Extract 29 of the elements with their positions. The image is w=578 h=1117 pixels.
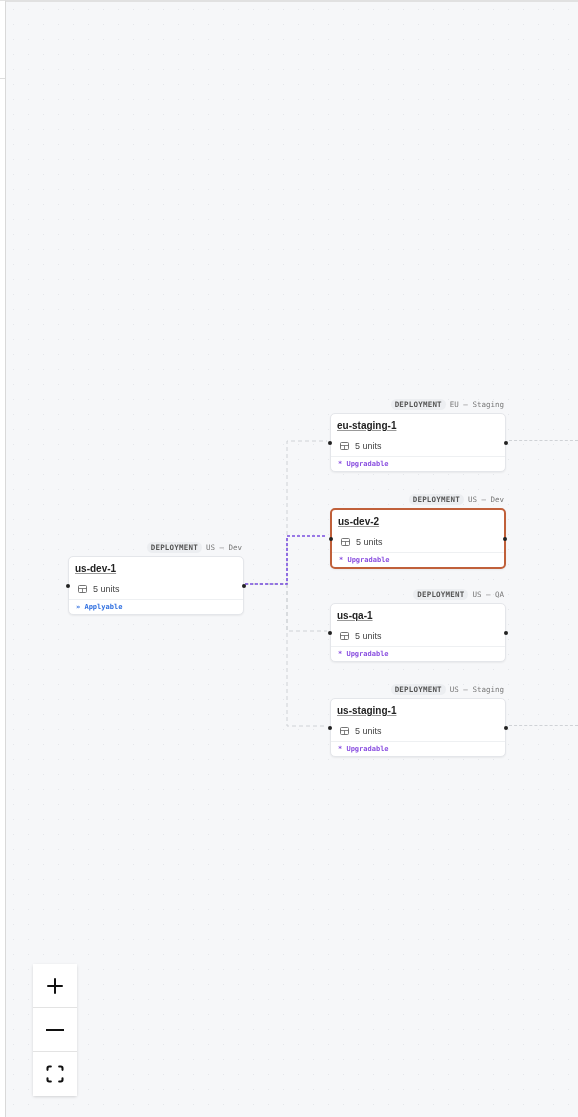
fit-view-button[interactable] xyxy=(33,1052,77,1096)
units-icon xyxy=(341,538,350,546)
units-count: 5 units xyxy=(355,441,382,451)
handle-dot[interactable] xyxy=(328,440,332,445)
fit-view-icon xyxy=(45,1064,65,1084)
node-title-link[interactable]: us-dev-2 xyxy=(338,516,380,527)
handle-dot[interactable] xyxy=(329,536,333,541)
handle-dot[interactable] xyxy=(504,440,508,445)
units-icon xyxy=(78,585,87,593)
node-title-link[interactable]: us-qa-1 xyxy=(337,610,373,621)
handle-dot[interactable] xyxy=(503,536,507,541)
handle-dot[interactable] xyxy=(328,630,332,635)
units-count: 5 units xyxy=(355,726,382,736)
units-icon xyxy=(340,442,349,450)
minus-icon xyxy=(46,1028,64,1031)
units-icon xyxy=(340,632,349,640)
units-icon xyxy=(340,727,349,735)
node-title-link[interactable]: us-dev-1 xyxy=(75,563,117,574)
handle-dot[interactable] xyxy=(242,583,246,588)
handle-dot[interactable] xyxy=(504,725,508,730)
handle-dot[interactable] xyxy=(328,725,332,730)
zoom-in-button[interactable] xyxy=(33,964,77,1008)
units-count: 5 units xyxy=(356,537,383,547)
units-count: 5 units xyxy=(93,584,120,594)
handle-dot[interactable] xyxy=(66,583,70,588)
node-title-link[interactable]: us-staging-1 xyxy=(337,705,397,716)
handle-dot[interactable] xyxy=(504,630,508,635)
units-count: 5 units xyxy=(355,631,382,641)
node-title-link[interactable]: eu-staging-1 xyxy=(337,420,397,431)
